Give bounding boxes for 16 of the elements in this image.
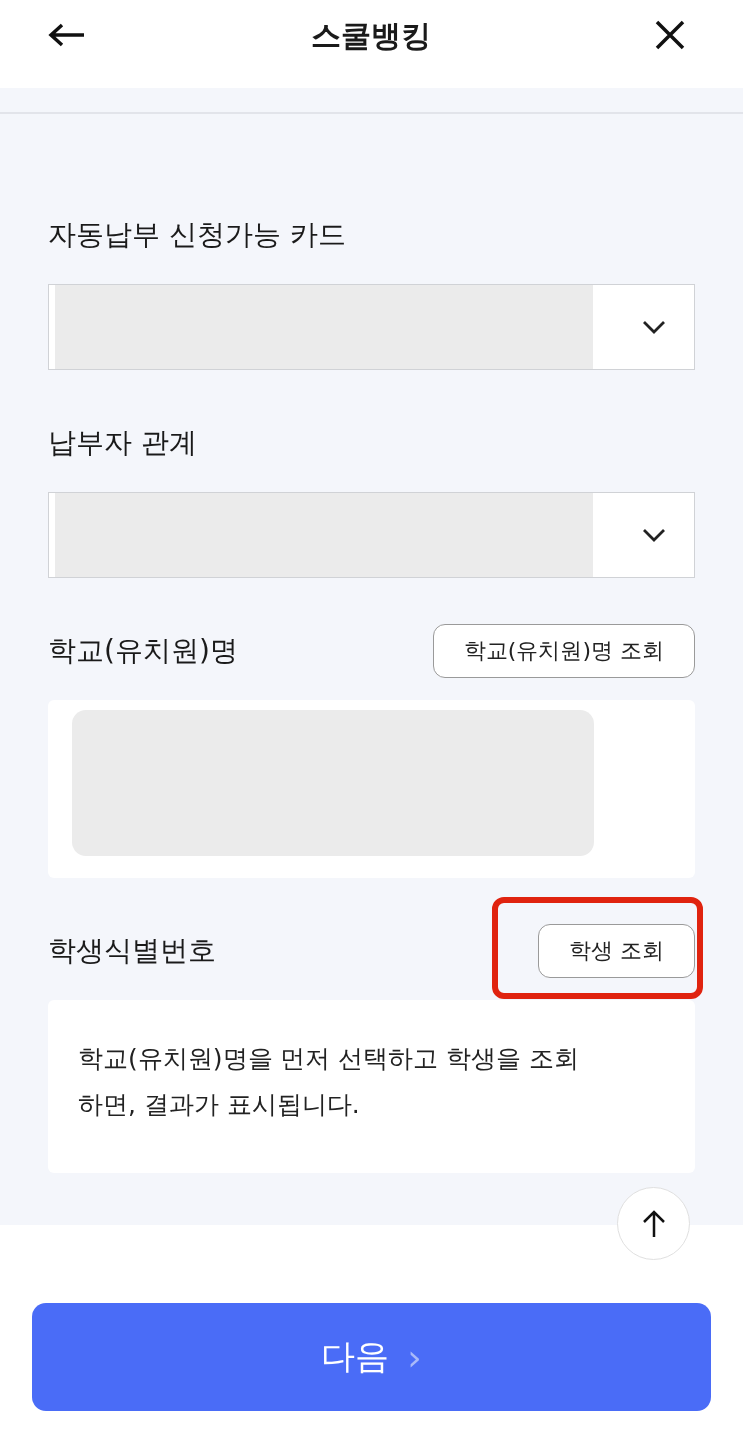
field-label: 자동납부 신청가능 카드 xyxy=(48,217,346,253)
field-label: 학교(유치원)명 xyxy=(48,633,238,669)
dropdown-field[interactable] xyxy=(48,284,695,370)
chevron-down-icon xyxy=(642,320,666,334)
chevron-down-icon xyxy=(642,528,666,542)
lookup-button[interactable]: 학생 조회 xyxy=(538,924,695,978)
field-label: 학생식별번호 xyxy=(48,933,216,969)
close-icon[interactable] xyxy=(655,20,685,50)
next-button[interactable]: 다음 › xyxy=(32,1303,711,1411)
dropdown-field[interactable] xyxy=(48,492,695,578)
lookup-button[interactable]: 학교(유치원)명 조회 xyxy=(432,624,695,678)
arrow-up-icon xyxy=(641,1209,666,1238)
screen-title: 스쿨뱅킹 xyxy=(310,16,431,55)
info-message: 학교(유치원)명을 먼저 선택하고 학생을 조회하면, 결과가 표시됩니다. xyxy=(78,1043,581,1121)
back-arrow-icon[interactable] xyxy=(48,23,86,47)
field-label: 납부자 관계 xyxy=(48,425,197,461)
